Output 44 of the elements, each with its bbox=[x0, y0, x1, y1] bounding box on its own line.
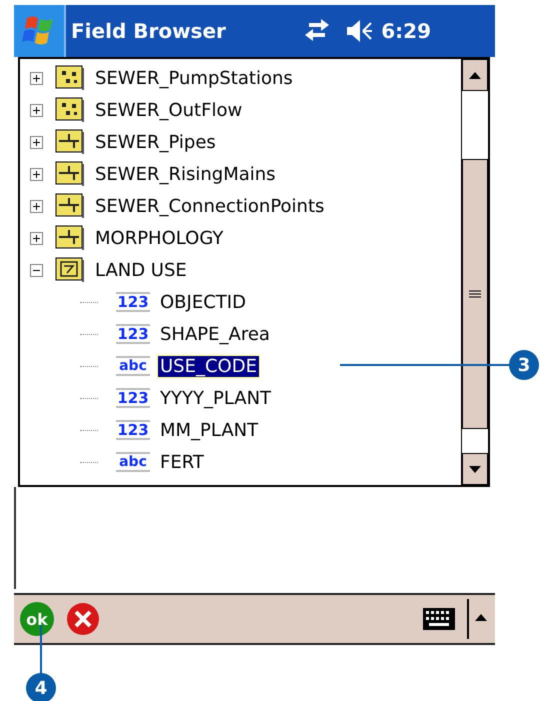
ok-button[interactable]: ok bbox=[20, 602, 54, 636]
close-icon[interactable] bbox=[66, 602, 100, 636]
callout-number: 3 bbox=[509, 350, 539, 380]
scroll-thumb[interactable] bbox=[462, 159, 488, 429]
expand-icon[interactable] bbox=[30, 232, 43, 244]
layer-label[interactable]: SEWER_ConnectionPoints bbox=[93, 196, 326, 216]
field-label[interactable]: YYYY_PLANT bbox=[158, 388, 274, 408]
expand-icon[interactable] bbox=[30, 72, 43, 84]
layer-label[interactable]: SEWER_PumpStations bbox=[93, 68, 295, 88]
layer-label[interactable]: SEWER_RisingMains bbox=[93, 164, 278, 184]
field-label[interactable]: OBJECTID bbox=[158, 292, 248, 312]
point-layer-icon bbox=[55, 65, 85, 91]
line-layer-icon bbox=[55, 161, 85, 187]
up-arrow-icon bbox=[469, 72, 481, 78]
line-layer-icon bbox=[55, 129, 85, 155]
scroll-down-button[interactable] bbox=[462, 453, 488, 485]
field-label[interactable]: SHAPE_Area bbox=[158, 324, 272, 344]
expand-icon[interactable] bbox=[30, 168, 43, 180]
field-label[interactable]: MM_PLANT bbox=[158, 420, 260, 440]
clock-text[interactable]: 6:29 bbox=[381, 19, 431, 43]
layer-label[interactable]: SEWER_Pipes bbox=[93, 132, 218, 152]
expand-icon[interactable] bbox=[30, 104, 43, 116]
collapse-icon[interactable] bbox=[30, 264, 43, 276]
down-arrow-icon bbox=[469, 466, 481, 472]
window-title: Field Browser bbox=[71, 19, 227, 43]
layer-label[interactable]: LAND USE bbox=[93, 260, 189, 280]
layer-label[interactable]: MORPHOLOGY bbox=[93, 228, 226, 248]
expand-icon[interactable] bbox=[30, 200, 43, 212]
line-layer-icon bbox=[55, 225, 85, 251]
scrollbar[interactable] bbox=[461, 59, 488, 485]
leader-line bbox=[40, 625, 42, 675]
layer-label[interactable]: SEWER_OutFlow bbox=[93, 100, 244, 120]
point-layer-icon bbox=[55, 97, 85, 123]
field-label[interactable]: USE_CODE bbox=[158, 356, 259, 376]
polygon-layer-icon bbox=[55, 257, 85, 283]
keyboard-icon[interactable] bbox=[423, 608, 455, 630]
expand-icon[interactable] bbox=[30, 136, 43, 148]
callout-number: 4 bbox=[26, 673, 56, 701]
field-label[interactable]: FERT bbox=[158, 452, 206, 472]
start-button[interactable] bbox=[14, 5, 66, 57]
menu-caret-icon[interactable] bbox=[467, 599, 489, 639]
line-layer-icon bbox=[55, 193, 85, 219]
connectivity-icon[interactable] bbox=[303, 19, 332, 43]
scroll-up-button[interactable] bbox=[462, 59, 488, 91]
